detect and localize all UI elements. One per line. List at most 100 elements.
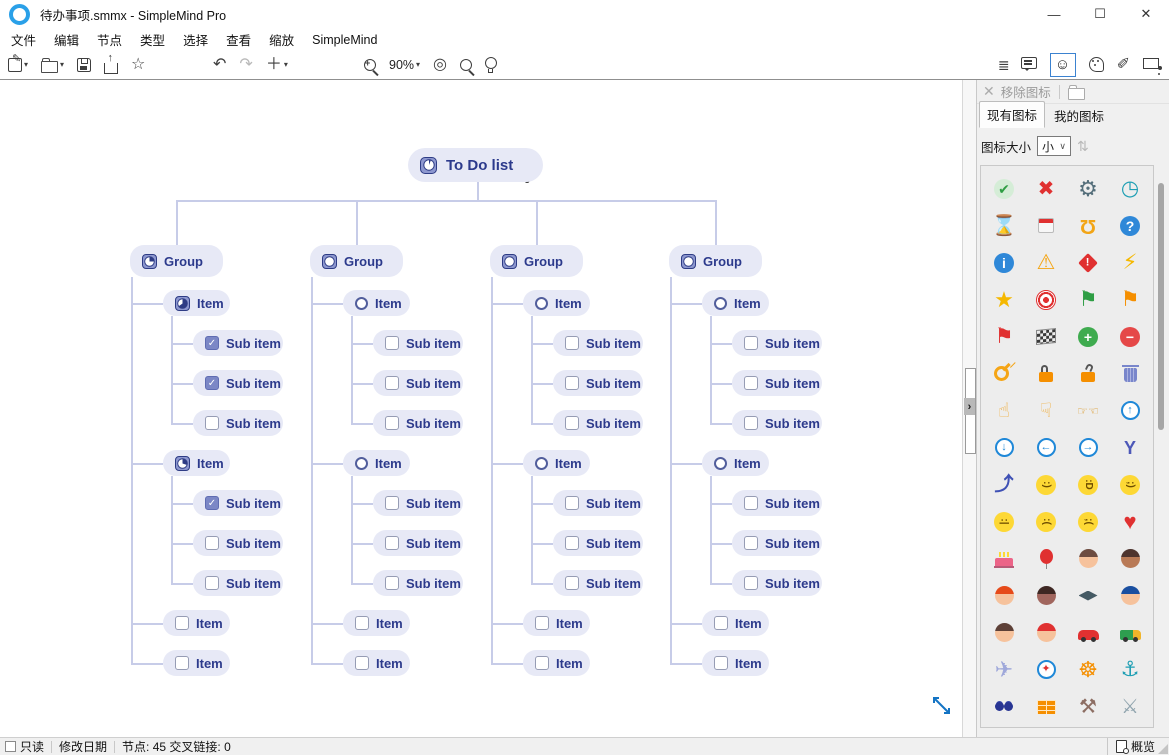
hourglass-icon[interactable]: ⌛ xyxy=(983,207,1025,244)
mindmap-item-node[interactable]: Item xyxy=(702,610,769,636)
wink-icon[interactable]: ;) xyxy=(1109,466,1151,503)
heart-icon[interactable]: ♥ xyxy=(1109,503,1151,540)
mindmap-subitem-node[interactable]: Sub item xyxy=(553,490,643,516)
mindmap-item-node[interactable]: Item xyxy=(163,290,230,316)
mindmap-subitem-node[interactable]: Sub item xyxy=(373,530,463,556)
dagger-icon[interactable]: ⚔ xyxy=(1109,688,1151,725)
woman-dark-icon[interactable] xyxy=(1025,577,1067,614)
handshake-icon[interactable]: ☞☜ xyxy=(1067,392,1109,429)
mindmap-group-node[interactable]: Group xyxy=(669,245,762,277)
checkbox-icon[interactable] xyxy=(714,656,728,670)
focus-button[interactable]: ◎ xyxy=(433,57,447,73)
mindmap-group-node[interactable]: Group xyxy=(130,245,223,277)
mindmap-subitem-node[interactable]: ✓Sub item xyxy=(193,330,283,356)
open-map-button[interactable]: ▾ xyxy=(41,57,64,73)
flag-green-icon[interactable]: ⚑ xyxy=(1067,281,1109,318)
birthday-cake-icon[interactable] xyxy=(983,540,1025,577)
woman-redhair-icon[interactable] xyxy=(983,577,1025,614)
add-node-button[interactable]: ＋▾ xyxy=(266,57,288,73)
redo-button[interactable]: ↷ xyxy=(239,57,252,73)
mindmap-subitem-node[interactable]: ✓Sub item xyxy=(193,370,283,396)
thumbs-up-icon[interactable]: ☝ xyxy=(983,392,1025,429)
smile-icon[interactable]: :) xyxy=(1025,466,1067,503)
panel-collapse-handle[interactable]: › xyxy=(964,398,975,415)
unlock-icon[interactable] xyxy=(1067,355,1109,392)
menu-4[interactable]: 类型 xyxy=(131,28,174,51)
checkbox-icon[interactable] xyxy=(535,656,549,670)
mindmap-group-node[interactable]: Group xyxy=(310,245,403,277)
menu-1[interactable]: 文件 xyxy=(2,28,45,51)
emoji-panel-button[interactable]: ☺ xyxy=(1050,53,1076,77)
balloon-icon[interactable] xyxy=(1025,540,1067,577)
mindmap-root-node[interactable]: To Do list xyxy=(408,148,543,182)
checkbox-icon[interactable] xyxy=(205,416,219,430)
checkbox-icon[interactable] xyxy=(535,616,549,630)
canvas-scrollbar[interactable]: › xyxy=(962,80,977,737)
checkbox-icon[interactable] xyxy=(355,616,369,630)
binoculars-icon[interactable] xyxy=(983,688,1025,725)
menu-2[interactable]: 编辑 xyxy=(45,28,88,51)
mindmap-item-node[interactable]: Item xyxy=(163,610,230,636)
worker-woman-icon[interactable] xyxy=(1025,614,1067,651)
checkbox-icon[interactable] xyxy=(385,576,399,590)
arrow-up-circle-icon[interactable]: ↑ xyxy=(1109,392,1151,429)
checkbox-icon[interactable] xyxy=(385,336,399,350)
share-button[interactable] xyxy=(104,56,118,74)
star-icon[interactable]: ★ xyxy=(983,281,1025,318)
mindmap-subitem-node[interactable]: Sub item xyxy=(732,410,822,436)
mindmap-item-node[interactable]: Item xyxy=(523,650,590,676)
mindmap-subitem-node[interactable]: Sub item xyxy=(553,530,643,556)
ship-wheel-icon[interactable]: ☸ xyxy=(1067,651,1109,688)
checkbox-icon[interactable] xyxy=(565,496,579,510)
boy-icon[interactable] xyxy=(1067,540,1109,577)
mindmap-subitem-node[interactable]: Sub item xyxy=(373,330,463,356)
brick-wall-icon[interactable] xyxy=(1025,688,1067,725)
mindmap-item-node[interactable]: Item xyxy=(523,610,590,636)
mindmap-subitem-node[interactable]: Sub item xyxy=(193,410,283,436)
mindmap-subitem-node[interactable]: Sub item xyxy=(553,330,643,356)
mindmap-item-node[interactable]: Item xyxy=(702,650,769,676)
question-mark-icon[interactable]: ? xyxy=(1109,207,1151,244)
mindmap-subitem-node[interactable]: Sub item xyxy=(553,570,643,596)
info-icon[interactable]: i xyxy=(983,244,1025,281)
checkbox-icon[interactable] xyxy=(565,416,579,430)
new-map-button[interactable]: ▾ xyxy=(8,58,28,72)
readonly-checkbox[interactable] xyxy=(5,741,16,752)
checkbox-icon[interactable] xyxy=(385,376,399,390)
mindmap-item-node[interactable]: Item xyxy=(343,610,410,636)
close-button[interactable]: ✕ xyxy=(1123,0,1169,28)
mindmap-group-node[interactable]: Group xyxy=(490,245,583,277)
presentation-button[interactable] xyxy=(1143,60,1159,69)
lock-icon[interactable] xyxy=(1025,355,1067,392)
clock-icon[interactable]: ◷ xyxy=(1109,170,1151,207)
outline-button[interactable]: ≣ xyxy=(998,58,1008,72)
boy-dark-icon[interactable] xyxy=(1109,540,1151,577)
mindmap-item-node[interactable]: Item xyxy=(343,650,410,676)
mindmap-item-node[interactable]: Item xyxy=(523,450,590,476)
checkbox-icon[interactable] xyxy=(205,536,219,550)
save-button[interactable] xyxy=(77,58,91,72)
overview-button[interactable]: 概览 xyxy=(1107,738,1155,755)
hammer-icon[interactable]: ⚒ xyxy=(1067,688,1109,725)
bell-icon[interactable]: Ω xyxy=(1067,207,1109,244)
key-icon[interactable] xyxy=(983,355,1025,392)
mindmap-subitem-node[interactable]: Sub item xyxy=(732,370,822,396)
mindmap-subitem-node[interactable]: Sub item xyxy=(373,570,463,596)
flag-orange-icon[interactable]: ⚑ xyxy=(1109,281,1151,318)
remove-icon-button[interactable]: 移除图标 xyxy=(1001,82,1051,101)
checkbox-icon[interactable]: ✓ xyxy=(205,376,219,390)
checkbox-icon[interactable] xyxy=(385,536,399,550)
mindmap-item-node[interactable]: Item xyxy=(343,450,410,476)
truck-icon[interactable] xyxy=(1109,614,1151,651)
checkbox-icon[interactable] xyxy=(175,656,189,670)
graduation-cap-icon[interactable] xyxy=(1067,577,1109,614)
checkbox-icon[interactable] xyxy=(714,616,728,630)
check-mark-icon[interactable]: ✔ xyxy=(983,170,1025,207)
mindmap-item-node[interactable]: Item xyxy=(163,650,230,676)
maximize-button[interactable]: ☐ xyxy=(1077,0,1123,28)
lightning-icon[interactable]: ⚡ xyxy=(1109,244,1151,281)
checkbox-icon[interactable] xyxy=(385,416,399,430)
resize-grip[interactable] xyxy=(1158,744,1168,754)
mindmap-canvas[interactable]: -€ To Do listGroupItem✓Sub item✓Sub item… xyxy=(0,80,962,737)
mindmap-subitem-node[interactable]: Sub item xyxy=(193,570,283,596)
